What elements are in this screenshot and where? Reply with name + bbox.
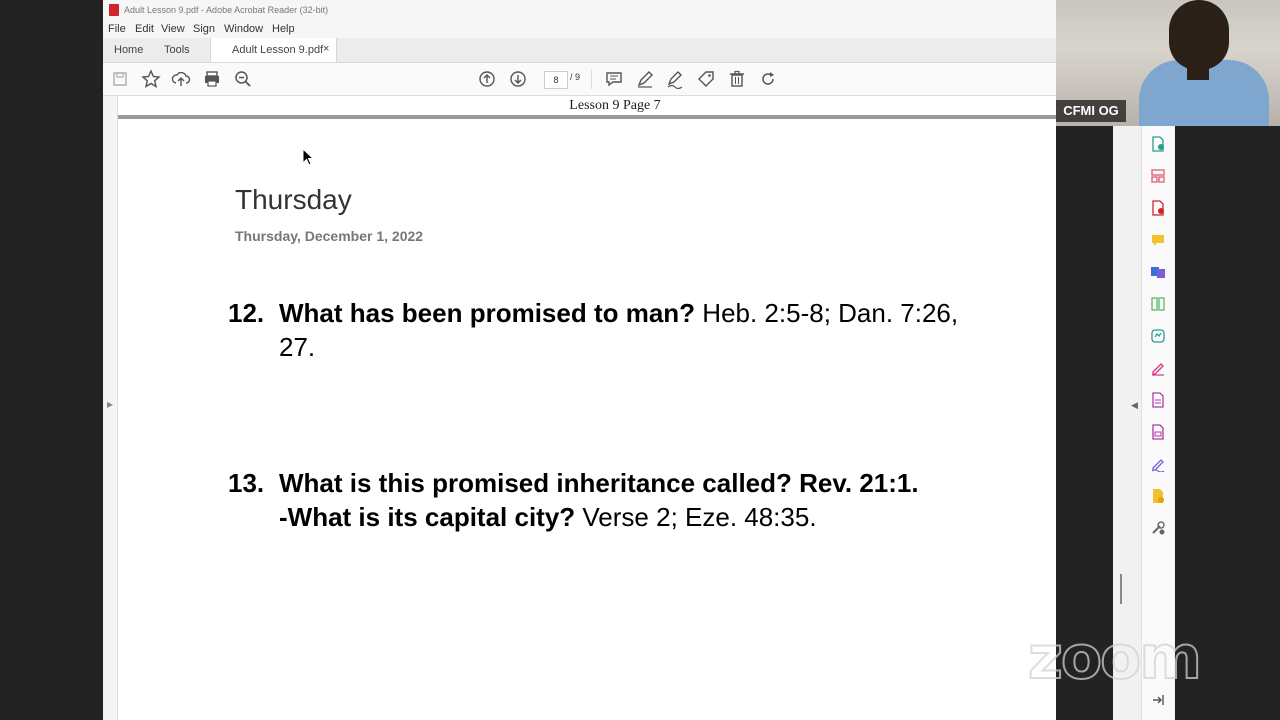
page-total: / 9 <box>570 72 581 82</box>
participant-name-label: CFMI OG <box>1056 100 1126 122</box>
title-bar: Adult Lesson 9.pdf - Adobe Acrobat Reade… <box>103 0 1056 20</box>
date-subtitle: Thursday, December 1, 2022 <box>235 228 424 244</box>
comment-icon[interactable] <box>604 69 624 89</box>
combine-files-icon[interactable] <box>1150 264 1166 280</box>
menu-edit[interactable]: Edit <box>135 23 154 35</box>
previous-page-icon[interactable] <box>477 69 497 89</box>
tab-tools[interactable]: Tools <box>164 44 190 56</box>
comment-tool-icon[interactable] <box>1150 232 1166 248</box>
toolbar: 8 / 9 <box>103 63 1056 96</box>
question-body: What has been promised to man? Heb. 2:5-… <box>279 296 969 364</box>
menu-file[interactable]: File <box>108 23 126 35</box>
window-title: Adult Lesson 9.pdf - Adobe Acrobat Reade… <box>124 5 329 15</box>
question-body: What is this promised inheritance called… <box>279 466 929 534</box>
fill-sign-icon[interactable] <box>1150 360 1166 376</box>
bookmark-star-icon[interactable] <box>141 69 161 89</box>
menu-view[interactable]: View <box>161 23 185 35</box>
save-icon[interactable] <box>110 69 130 89</box>
menu-window[interactable]: Window <box>224 23 263 35</box>
scan-ocr-icon[interactable] <box>1150 328 1166 344</box>
sign-tag-icon[interactable] <box>696 69 716 89</box>
pdf-page: Thursday Thursday, December 1, 2022 12. … <box>103 96 1113 720</box>
menu-sign[interactable]: Sign <box>193 23 215 35</box>
menu-help[interactable]: Help <box>272 23 295 35</box>
delete-trash-icon[interactable] <box>727 69 747 89</box>
organize-pages-icon[interactable] <box>1150 296 1166 312</box>
create-pdf-icon[interactable] <box>1150 200 1166 216</box>
scrollbar-thumb[interactable] <box>1120 574 1122 604</box>
tab-home[interactable]: Home <box>114 44 143 56</box>
send-for-review-icon[interactable] <box>1150 488 1166 504</box>
draw-icon[interactable] <box>665 69 685 90</box>
zoom-watermark-logo: zoom <box>1027 623 1203 693</box>
export-pdf-icon[interactable] <box>1150 136 1166 152</box>
highlight-pen-icon[interactable] <box>635 69 655 89</box>
collapse-right-pane-icon[interactable]: ◀ <box>1131 400 1138 411</box>
question-reference: Verse 2; Eze. 48:35. <box>575 502 817 532</box>
day-heading: Thursday <box>235 184 352 215</box>
tab-bar: Home Tools Adult Lesson 9.pdf × <box>103 38 1056 63</box>
expand-panel-icon[interactable] <box>1150 692 1166 708</box>
question-number: 13. <box>228 468 265 498</box>
acrobat-icon <box>109 4 119 16</box>
prepare-form-icon[interactable] <box>1150 424 1166 440</box>
participant-head <box>1169 0 1229 70</box>
tab-document-label: Adult Lesson 9.pdf <box>232 44 324 56</box>
close-tab-icon[interactable]: × <box>323 43 329 55</box>
request-signature-icon[interactable] <box>1150 456 1166 473</box>
more-tools-icon[interactable] <box>1150 520 1166 536</box>
menu-bar: File Edit View Sign Window Help <box>103 20 1056 38</box>
zoom-out-icon[interactable] <box>233 69 253 89</box>
protect-icon[interactable] <box>1150 392 1166 408</box>
tab-document[interactable]: Adult Lesson 9.pdf × <box>210 38 337 62</box>
edit-pdf-icon[interactable] <box>1150 168 1166 184</box>
page-number-input[interactable]: 8 <box>544 71 568 89</box>
question-text: What has been promised to man? <box>279 298 696 328</box>
toolbar-divider <box>591 69 592 89</box>
question-number: 12. <box>228 298 265 328</box>
upload-cloud-icon[interactable] <box>171 69 191 89</box>
next-page-icon[interactable] <box>508 69 528 89</box>
zoom-participant-video[interactable]: CFMI OG <box>1056 0 1280 126</box>
rotate-icon[interactable] <box>758 69 778 89</box>
print-icon[interactable] <box>202 69 222 89</box>
